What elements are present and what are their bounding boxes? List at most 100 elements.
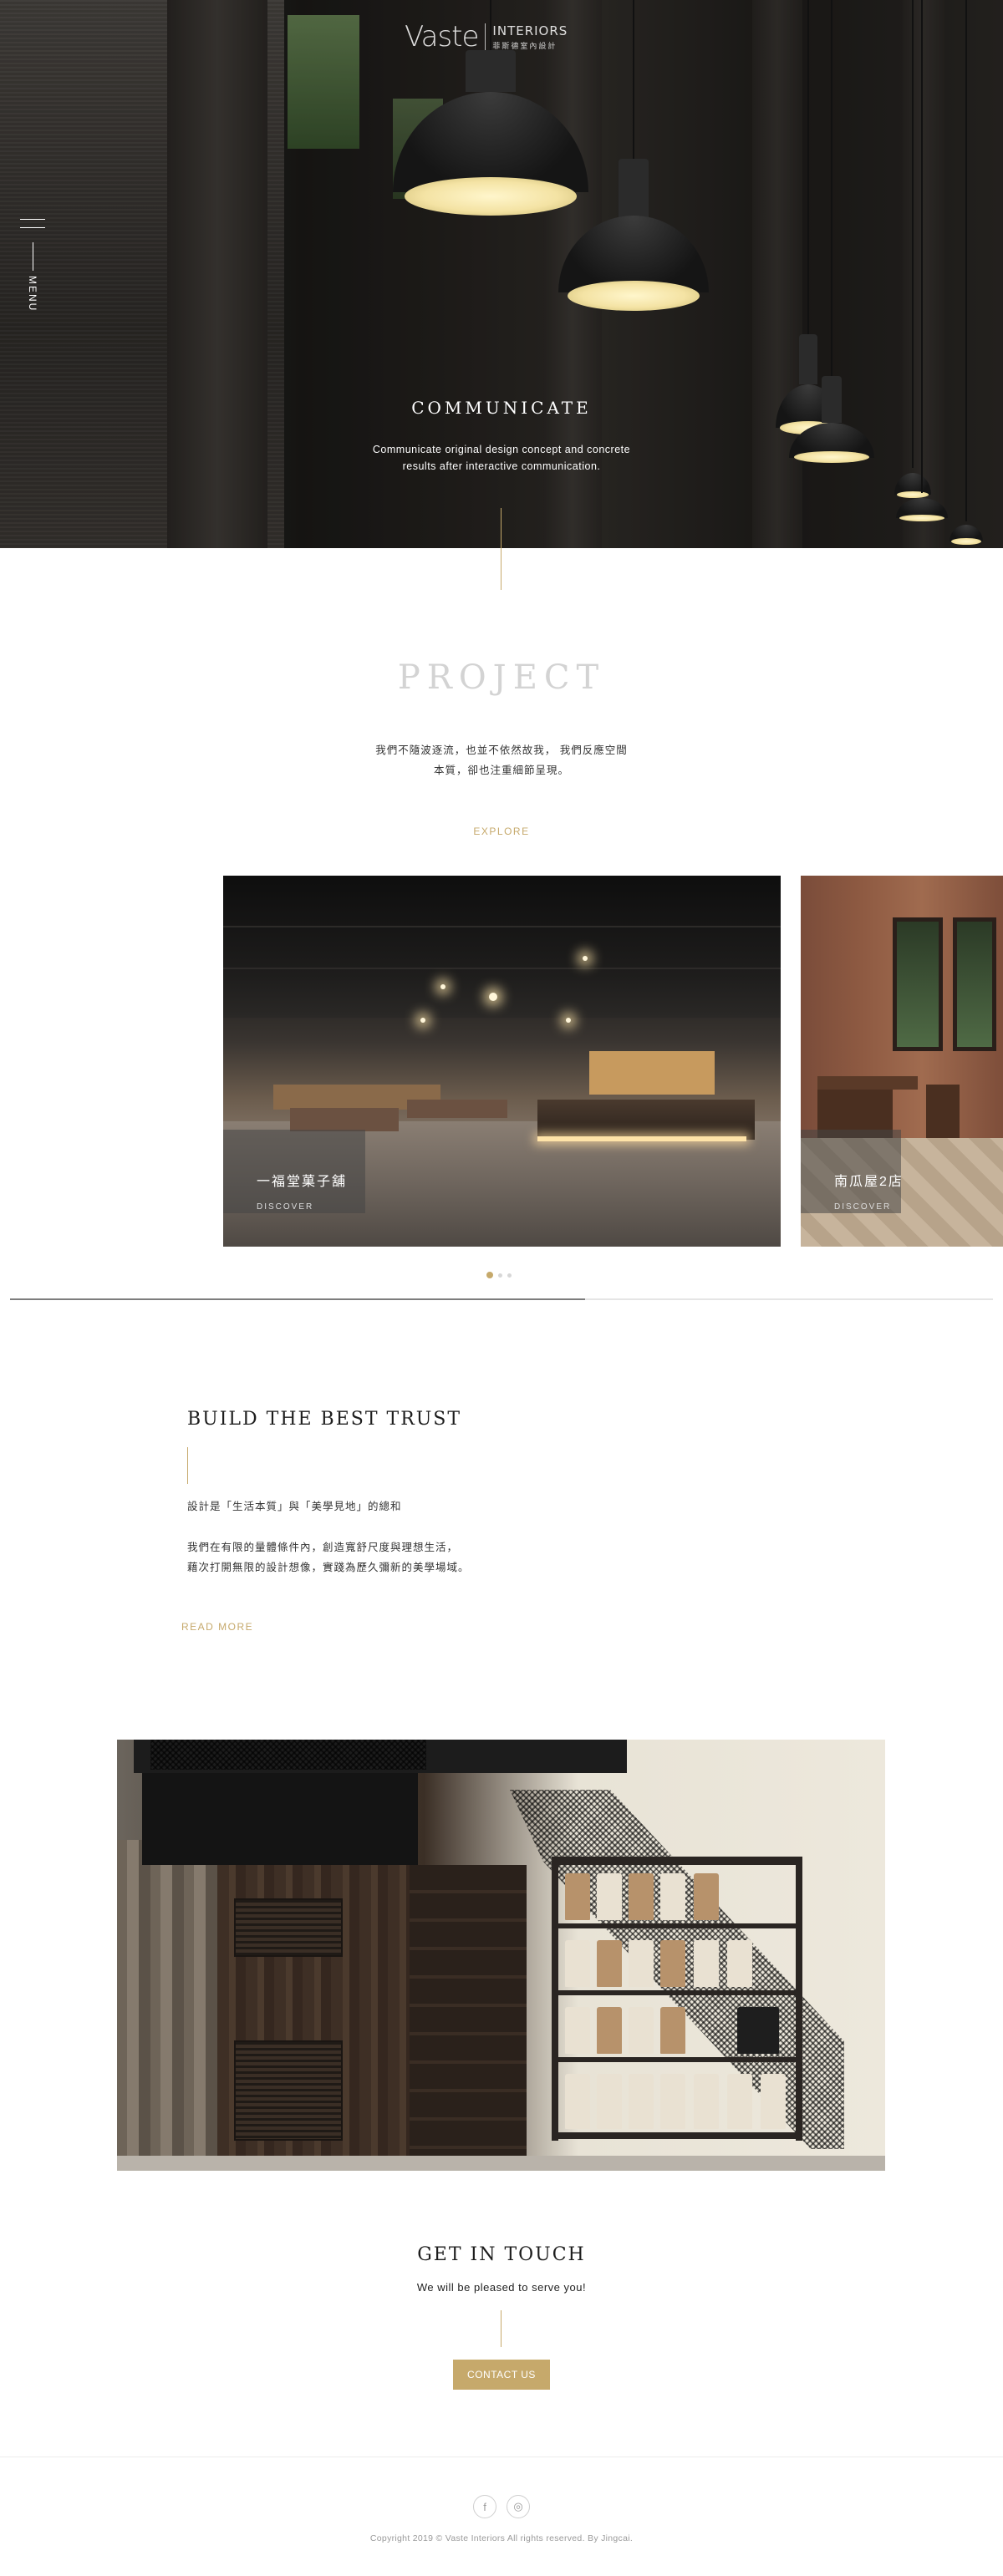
trust-paragraph-line: 藉次打開無限的設計想像，實踐為歷久彌新的美學場域。 xyxy=(187,1562,470,1573)
card-photo-counter-light xyxy=(537,1136,746,1141)
contact-subtitle: We will be pleased to serve you! xyxy=(416,2281,587,2294)
logo-title: INTERIORS xyxy=(492,23,568,38)
card-discover-label: DISCOVER xyxy=(257,1202,314,1212)
photo-coffee-bag xyxy=(629,2074,654,2129)
photo-coffee-bag xyxy=(694,1940,719,1987)
slider-dot[interactable] xyxy=(498,1273,502,1278)
photo-shelf-post xyxy=(796,1857,802,2141)
contact-us-button[interactable]: CONTACT US xyxy=(453,2360,550,2390)
project-description-line: 我們不隨波逐流，也並不依然故我， 我們反應空間 xyxy=(375,744,628,756)
copyright-text: Copyright 2019 © Vaste Interiors All rig… xyxy=(369,2533,634,2543)
card-photo-light xyxy=(420,1018,425,1023)
photo-floor xyxy=(117,2156,885,2171)
slider-dots xyxy=(486,1272,512,1278)
photo-shelf xyxy=(552,1857,802,1865)
hero-title: COMMUNICATE xyxy=(411,398,592,418)
read-more-link[interactable]: READ MORE xyxy=(181,1621,253,1633)
card-photo-light xyxy=(583,956,588,961)
photo-coffee-bag xyxy=(565,1940,590,1987)
card-photo-chair xyxy=(926,1085,960,1143)
card-photo-light xyxy=(566,1018,571,1023)
trust-paragraph: 我們在有限的量體條件內，創造寬舒尺度與理想生活， 藉次打開無限的設計想像，實踐為… xyxy=(187,1537,470,1578)
contact-title: GET IN TOUCH xyxy=(417,2244,586,2265)
card-photo-bench xyxy=(290,1108,399,1131)
card-photo-bench xyxy=(407,1100,507,1118)
photo-coffee-bag xyxy=(629,1940,654,1987)
photo-coffee-bag xyxy=(629,1873,654,1920)
hero-description-line: results after interactive communication. xyxy=(402,460,601,472)
photo-coffee-bag xyxy=(597,1873,622,1920)
menu-button[interactable]: MENU xyxy=(20,219,50,312)
photo-mesh-panel xyxy=(150,1740,426,1770)
card-photo-shop-sign xyxy=(589,1051,715,1095)
pendant-lamp xyxy=(896,0,948,525)
logo-subtitle: 菲斯德室內設計 xyxy=(492,41,558,50)
photo-shelf xyxy=(552,2132,802,2139)
photo-vent xyxy=(234,1898,343,1957)
slider-progress-fill xyxy=(10,1298,585,1300)
photo-coffee-bag xyxy=(727,1940,752,1987)
hero-description-line: Communicate original design concept and … xyxy=(372,444,631,455)
photo-coffee-bag xyxy=(597,1940,622,1987)
photo-shelf xyxy=(552,1990,802,1995)
project-card[interactable]: 一福堂菓子舖 DISCOVER xyxy=(223,876,781,1247)
photo-coffee-bag xyxy=(694,1873,719,1920)
facebook-icon[interactable]: f xyxy=(473,2495,496,2518)
instagram-icon[interactable]: ◎ xyxy=(507,2495,530,2518)
trust-paragraph: 設計是「生活本質」與「美學見地」的總和 xyxy=(187,1501,402,1512)
photo-coffee-bag xyxy=(629,2007,654,2054)
slider-dot[interactable] xyxy=(486,1272,493,1278)
project-card[interactable]: 南瓜屋2店 DISCOVER xyxy=(801,876,1003,1247)
slider-dot[interactable] xyxy=(507,1273,512,1278)
photo-stair-block xyxy=(410,1865,527,2157)
logo-subtitle-group: INTERIORS 菲斯德室內設計 xyxy=(492,23,568,51)
menu-label: MENU xyxy=(27,276,38,312)
card-photo-window xyxy=(953,917,996,1051)
featured-interior-photo xyxy=(117,1740,885,2171)
brand-logo[interactable]: Vaste INTERIORS 菲斯德室內設計 xyxy=(405,20,605,53)
trust-divider-line xyxy=(187,1447,188,1484)
photo-coffee-bag xyxy=(565,2007,590,2054)
photo-coffee-bag xyxy=(597,2007,622,2054)
pendant-lamp xyxy=(950,0,983,548)
photo-coffee-bag xyxy=(727,2074,752,2129)
card-photo-light xyxy=(440,984,445,989)
hamburger-icon xyxy=(20,219,45,220)
hero-section: Vaste INTERIORS 菲斯德室內設計 MENU COMMUNICATE… xyxy=(0,0,1003,548)
card-photo-window xyxy=(893,917,943,1051)
card-photo-truss xyxy=(223,926,781,927)
card-photo-light xyxy=(489,993,497,1001)
slider-progress-bar[interactable] xyxy=(10,1298,993,1300)
hero-divider-line xyxy=(501,508,502,590)
logo-wordmark: Vaste xyxy=(405,20,479,53)
photo-coffee-bag xyxy=(660,1873,685,1920)
card-title: 一福堂菓子舖 xyxy=(257,1175,348,1189)
card-title: 南瓜屋2店 xyxy=(834,1175,904,1189)
card-photo-truss xyxy=(223,968,781,969)
photo-stair-landing xyxy=(142,1773,418,1865)
card-photo-table xyxy=(817,1076,918,1090)
photo-coffee-bag xyxy=(565,2074,590,2129)
photo-vent xyxy=(234,2040,343,2141)
project-description: 我們不隨波逐流，也並不依然故我， 我們反應空間 本質，卻也注重細節呈現。 xyxy=(0,740,1003,780)
photo-coffee-bag xyxy=(660,1940,685,1987)
project-description-line: 本質，卻也注重細節呈現。 xyxy=(433,765,569,776)
photo-wood-wall xyxy=(117,1840,226,2157)
hamburger-icon-line xyxy=(20,227,45,228)
photo-shelf-post xyxy=(552,1857,558,2141)
contact-divider-line xyxy=(501,2310,502,2347)
logo-divider xyxy=(485,23,486,50)
photo-coffee-bag xyxy=(597,2074,622,2129)
card-photo-ceiling xyxy=(223,876,781,1018)
explore-link[interactable]: EXPLORE xyxy=(0,826,1003,837)
photo-coffee-bag xyxy=(660,2074,685,2129)
photo-coffee-bag xyxy=(694,2074,719,2129)
trust-paragraph-line: 我們在有限的量體條件內，創造寬舒尺度與理想生活， xyxy=(187,1542,459,1553)
card-discover-label: DISCOVER xyxy=(834,1202,892,1212)
page: Vaste INTERIORS 菲斯德室內設計 MENU COMMUNICATE… xyxy=(0,0,1003,2576)
photo-sign-board xyxy=(737,2007,779,2054)
photo-shelf xyxy=(552,2057,802,2062)
trust-title: BUILD THE BEST TRUST xyxy=(187,1409,462,1430)
hero-description: Communicate original design concept and … xyxy=(351,441,652,475)
photo-coffee-bag xyxy=(660,2007,685,2054)
